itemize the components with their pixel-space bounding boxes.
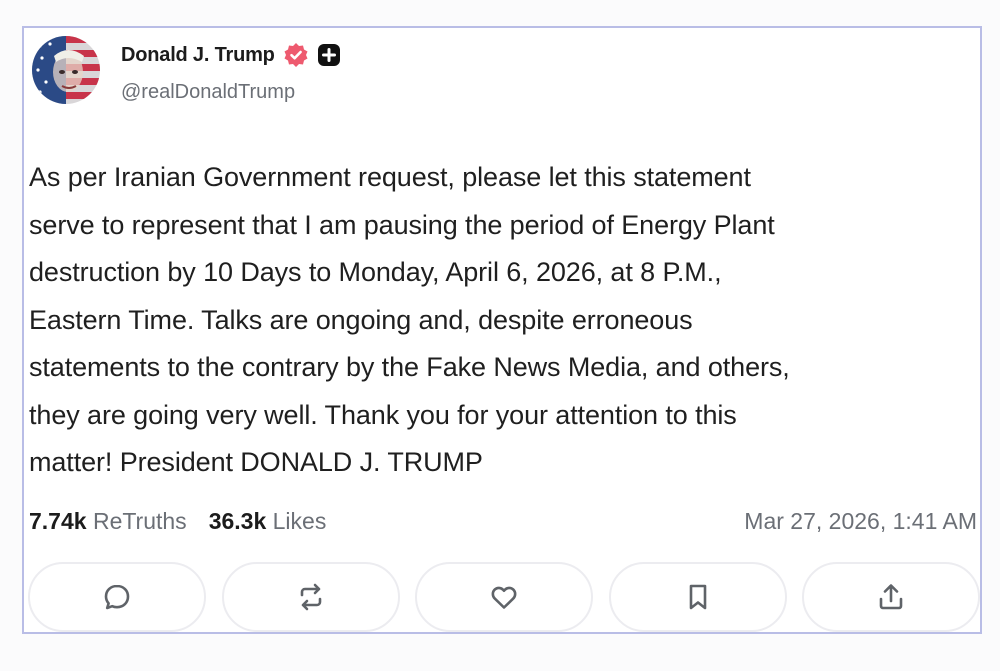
reply-icon	[104, 584, 130, 610]
post-stats: 7.74k ReTruths 36.3k Likes Mar 27, 2026,…	[29, 504, 977, 538]
retruth-button[interactable]	[221, 562, 400, 632]
share-icon	[879, 584, 903, 610]
author-avatar[interactable]	[32, 36, 100, 104]
like-button[interactable]	[415, 562, 593, 632]
bookmark-button[interactable]	[608, 562, 787, 632]
author-name-row: Donald J. Trump	[121, 41, 341, 69]
bookmark-icon	[689, 584, 706, 610]
post-timestamp[interactable]: Mar 27, 2026, 1:41 AM	[744, 508, 977, 535]
retruths-label[interactable]: ReTruths	[93, 508, 187, 535]
reply-button[interactable]	[28, 562, 206, 632]
verified-badge-icon	[283, 42, 309, 68]
likes-count[interactable]: 36.3k	[209, 508, 267, 535]
avatar-flag-portrait	[32, 36, 100, 104]
post-action-bar	[28, 562, 980, 632]
retruths-count[interactable]: 7.74k	[29, 508, 87, 535]
author-display-name[interactable]: Donald J. Trump	[121, 44, 275, 67]
plus-badge-icon	[317, 43, 341, 67]
post-card: Donald J. Trump @realDonaldTrump As per …	[22, 26, 982, 634]
likes-label[interactable]: Likes	[273, 508, 327, 535]
author-handle[interactable]: @realDonaldTrump	[121, 81, 295, 104]
post-body-text: As per Iranian Government request, pleas…	[29, 162, 790, 477]
share-button[interactable]	[802, 562, 980, 632]
retruth-icon	[300, 583, 321, 611]
like-icon	[491, 586, 517, 609]
